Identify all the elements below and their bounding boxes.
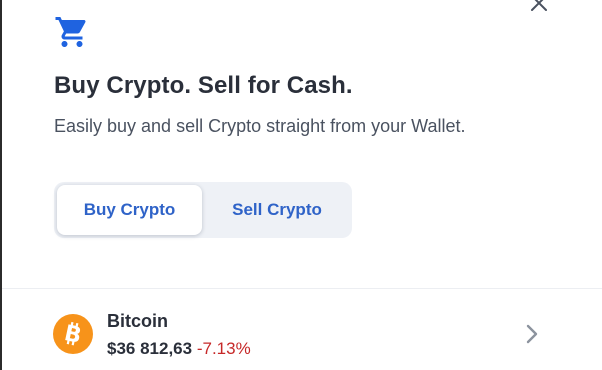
asset-price: $36 812,63 [107,339,193,358]
page-title: Buy Crypto. Sell for Cash. [54,72,353,99]
bitcoin-icon: B [53,314,93,354]
asset-price-line: $36 812,63 -7.13% [107,339,251,359]
asset-change-percent: -7.13% [196,339,251,358]
buy-sell-panel: Buy Crypto. Sell for Cash. Easily buy an… [2,0,602,370]
shopping-cart-icon [55,17,86,47]
close-icon [531,0,547,11]
close-button[interactable] [530,0,548,12]
buy-crypto-tab[interactable]: Buy Crypto [57,185,202,235]
page-subtitle: Easily buy and sell Crypto straight from… [54,116,466,136]
sell-crypto-tab[interactable]: Sell Crypto [204,185,350,235]
buy-sell-toggle: Buy Crypto Sell Crypto [54,182,352,238]
chevron-right-icon [526,324,538,344]
asset-name: Bitcoin [107,311,168,331]
asset-row-bitcoin[interactable]: B Bitcoin $36 812,63 -7.13% [2,289,602,370]
